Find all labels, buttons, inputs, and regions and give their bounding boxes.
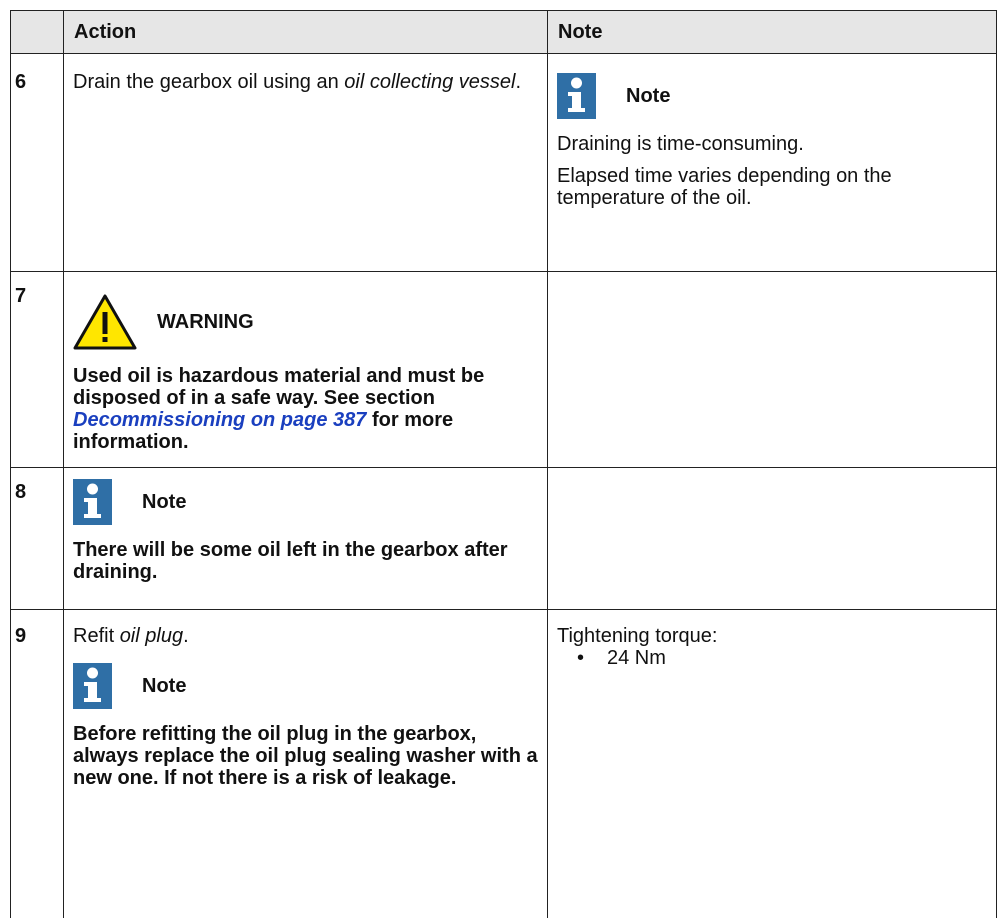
divider — [10, 10, 11, 918]
note-column-header: Note — [558, 21, 603, 43]
note-cell: Tightening torque: 24 Nm — [557, 625, 987, 669]
step-number: 8 — [15, 481, 27, 503]
table-header: Action Note — [10, 10, 997, 53]
note-label: Note — [142, 675, 187, 697]
action-column-header: Action — [74, 21, 137, 43]
divider — [10, 10, 997, 11]
divider — [63, 10, 64, 918]
warning-text: Used oil is hazardous material and must … — [73, 365, 485, 453]
table-row: 9 Refit oil plug. Note Before refitting … — [10, 609, 997, 918]
note-text: There will be some oil left in the gearb… — [73, 539, 508, 583]
torque-value: 24 Nm — [577, 647, 987, 669]
note-callout-header: Note — [557, 71, 987, 121]
action-cell: WARNING Used oil is hazardous material a… — [73, 293, 543, 453]
divider — [10, 53, 997, 54]
warning-label: WARNING — [157, 311, 254, 333]
torque-list: 24 Nm — [557, 647, 987, 669]
note-label: Note — [142, 491, 187, 513]
table-row: 6 Drain the gearbox oil using an oil col… — [10, 53, 997, 271]
info-icon — [73, 663, 112, 709]
divider — [10, 271, 997, 272]
step-number: 6 — [15, 71, 27, 93]
note-callout-header: Note — [73, 477, 543, 527]
note-text: Before refitting the oil plug in the gea… — [73, 723, 538, 789]
note-text: Draining is time-consuming. — [557, 133, 804, 155]
table-row: 7 WARNING Used oil is hazardous material… — [10, 271, 997, 467]
warning-callout-header: WARNING — [73, 293, 543, 351]
divider — [547, 10, 548, 918]
info-icon — [73, 479, 112, 525]
action-cell: Drain the gearbox oil using an oil colle… — [73, 71, 543, 93]
divider — [10, 609, 997, 610]
action-text: Drain the gearbox oil using an oil colle… — [73, 71, 522, 93]
note-text: Elapsed time varies depending on the tem… — [557, 165, 892, 209]
decommissioning-link[interactable]: Decommissioning on page 387 — [73, 409, 366, 431]
step-number: 7 — [15, 285, 27, 307]
divider — [10, 467, 997, 468]
note-label: Note — [626, 85, 671, 107]
torque-label: Tightening torque: — [557, 625, 718, 647]
warning-icon — [73, 294, 137, 350]
info-icon — [557, 73, 596, 119]
note-callout-header: Note — [73, 661, 543, 711]
action-cell: Note There will be some oil left in the … — [73, 477, 543, 583]
table-row: 8 Note There will be some oil left in th… — [10, 467, 997, 609]
step-number: 9 — [15, 625, 27, 647]
action-text: Refit oil plug. — [73, 625, 189, 647]
note-cell: Note Draining is time-consuming. Elapsed… — [557, 71, 987, 209]
action-cell: Refit oil plug. Note Before refitting th… — [73, 625, 543, 789]
